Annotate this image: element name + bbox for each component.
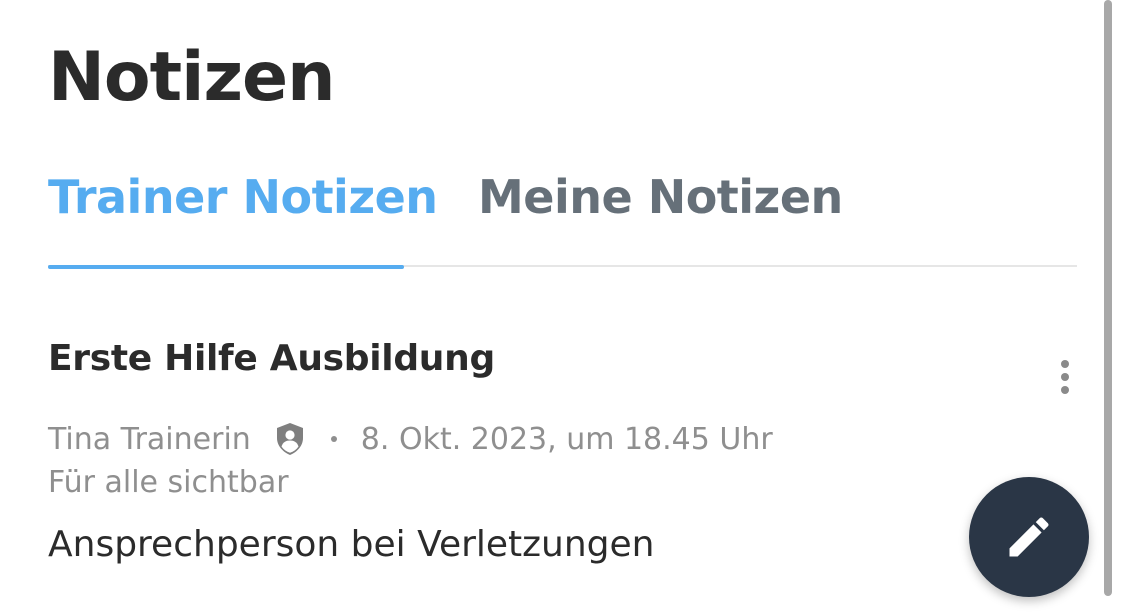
note-date: 8. Okt. 2023, um 18.45 Uhr [360,421,773,457]
scrollbar[interactable] [1104,0,1112,596]
shield-person-icon [275,422,305,456]
notes-screen: Notizen Trainer Notizen Meine Notizen Er… [0,0,1125,612]
note-card[interactable]: Erste Hilfe Ausbildung Tina Trainerin 8.… [48,338,1078,565]
tab-bar: Trainer Notizen Meine Notizen [48,170,1077,270]
edit-pencil-icon [1009,517,1049,557]
note-title: Erste Hilfe Ausbildung [48,338,495,379]
tab-my-notes[interactable]: Meine Notizen [478,170,843,224]
tab-trainer-notes[interactable]: Trainer Notizen [48,170,438,224]
active-tab-indicator [48,265,404,269]
more-vertical-icon[interactable] [1050,356,1080,398]
note-author: Tina Trainerin [48,421,251,457]
meta-separator-dot [330,436,337,442]
note-meta: Tina Trainerin 8. Okt. 2023, um 18.45 Uh… [48,421,1078,457]
page-title: Notizen [48,38,336,117]
edit-note-button[interactable] [969,477,1089,597]
note-body: Ansprechperson bei Verletzungen [48,524,655,565]
note-visibility: Für alle sichtbar [48,465,289,500]
